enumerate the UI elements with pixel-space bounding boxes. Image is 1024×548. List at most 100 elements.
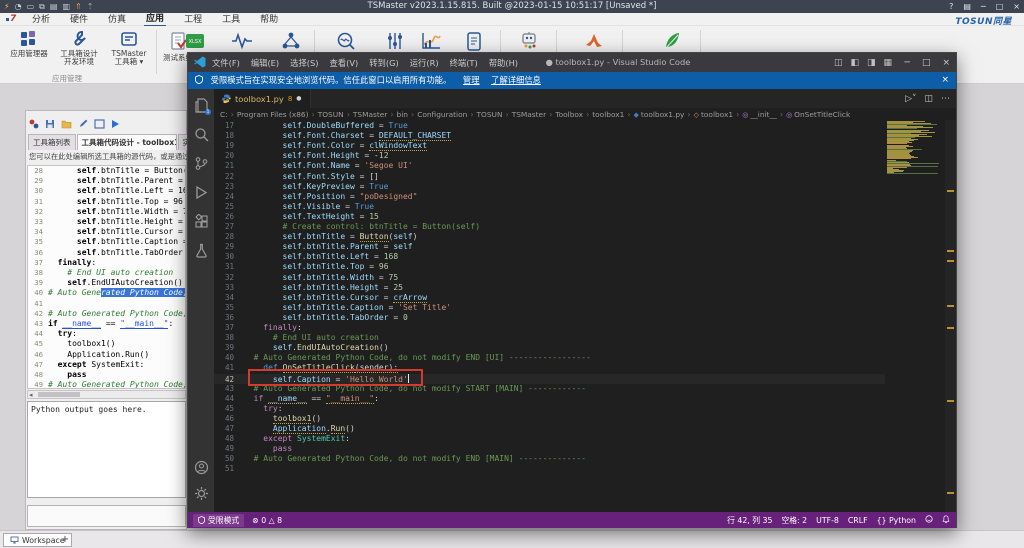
waveform-button[interactable] <box>229 30 255 52</box>
breadcrumb-item[interactable]: TSMaster <box>512 110 546 119</box>
open-folder-icon[interactable] <box>61 119 72 129</box>
overview-ruler[interactable] <box>945 120 956 512</box>
banner-learn-more-link[interactable]: 了解详细信息 <box>491 75 541 85</box>
marker-icon[interactable] <box>29 119 39 129</box>
vscode-menu-终端(T)[interactable]: 终端(T) <box>450 57 478 69</box>
scope-button[interactable] <box>333 30 359 52</box>
run-icon[interactable] <box>111 119 120 129</box>
save-icon[interactable] <box>45 119 55 129</box>
search-icon[interactable] <box>188 122 214 146</box>
automation-button[interactable] <box>516 30 542 52</box>
window-control-1[interactable]: ▤ <box>963 2 971 11</box>
status-item-4[interactable]: {} Python <box>877 516 916 525</box>
breadcrumb-item[interactable]: Program Files (x86) <box>237 110 309 119</box>
layout-icon-1[interactable]: ◧ <box>850 58 859 68</box>
extensions-icon[interactable] <box>188 209 214 233</box>
window-control-0[interactable]: ? <box>949 2 953 11</box>
account-icon[interactable] <box>188 455 214 479</box>
bell-icon[interactable] <box>942 514 950 526</box>
horizontal-scrollbar[interactable]: ◂ <box>27 390 186 399</box>
edit-icon[interactable] <box>78 119 88 129</box>
vscode-menu-编辑(E)[interactable]: 编辑(E) <box>251 57 279 69</box>
vscode-menu-运行(R)[interactable]: 运行(R) <box>410 57 439 69</box>
code-editor[interactable]: 17 self.DoubleBuffered = True 18 self.Fon… <box>214 120 885 512</box>
tuning-button[interactable] <box>382 30 408 52</box>
status-item-2[interactable]: UTF-8 <box>816 516 839 525</box>
toolbox-code-editor[interactable]: 28 self.btnTitle = Button(self)29 self.b… <box>27 165 186 389</box>
banner-manage-link[interactable]: 管理 <box>463 75 480 85</box>
window-control-2[interactable]: ─ <box>981 2 986 11</box>
toolbox-design-button[interactable]: 工具箱设计 开发环境 <box>54 28 104 66</box>
tsmaster-toolbox-button[interactable]: TSMaster 工具箱 ▾ <box>106 28 152 66</box>
layout-icon-3[interactable]: ▦ <box>883 58 892 68</box>
banner-close-icon[interactable]: × <box>941 72 949 89</box>
menu-tab-应用[interactable]: 应用 <box>144 13 167 27</box>
breadcrumb-item[interactable]: TOSUN <box>318 110 344 119</box>
settings-gear-icon[interactable] <box>188 481 214 505</box>
vscode-menu-转到(G)[interactable]: 转到(G) <box>369 57 399 69</box>
topology-button[interactable] <box>278 30 304 52</box>
excel-report-button[interactable]: XLSX <box>182 30 208 52</box>
code-token: .btnTitle.Caption = 'Set Title' <box>96 237 185 247</box>
minimap[interactable] <box>885 120 943 512</box>
feedback-icon[interactable] <box>925 515 933 525</box>
window-control-3[interactable]: □ <box>996 2 1004 11</box>
scripting-button[interactable] <box>660 30 686 52</box>
breadcrumb-item[interactable]: toolbox1 <box>592 110 624 119</box>
breadcrumb-item[interactable]: ◎ OnSetTitleClick <box>786 110 850 119</box>
code-token: self <box>76 247 97 257</box>
form-icon[interactable] <box>94 119 105 129</box>
breadcrumb-item[interactable]: Configuration <box>417 110 467 119</box>
menu-tab-工程[interactable]: 工程 <box>182 14 204 26</box>
code-token: 'Segoe UI' <box>364 161 413 171</box>
matlab-button[interactable] <box>581 30 607 52</box>
breadcrumb-item[interactable]: bin <box>397 110 408 119</box>
layout-icon-2[interactable]: ◨ <box>867 58 876 68</box>
left-tab-0[interactable]: 工具箱列表 <box>28 134 76 150</box>
status-item-1[interactable]: 空格: 2 <box>781 515 807 526</box>
document-button[interactable] <box>461 30 487 52</box>
breadcrumb-item[interactable]: TOSUN <box>477 110 503 119</box>
breadcrumb-item[interactable]: ◎ __init__ <box>742 110 777 119</box>
breadcrumb-item[interactable]: Toolbox <box>555 110 583 119</box>
explorer-icon[interactable]: 1 <box>188 93 214 117</box>
left-line-number: 38 <box>34 268 43 277</box>
test-beaker-icon[interactable] <box>188 238 214 262</box>
breadcrumb-item[interactable]: TSMaster <box>353 110 387 119</box>
left-code-line: 34 self.btnTitle.Cursor = crArrow <box>28 227 185 237</box>
vscode-menu-查看(V)[interactable]: 查看(V) <box>330 57 359 69</box>
status-item-3[interactable]: CRLF <box>848 516 868 525</box>
split-editor-icon[interactable]: ◫ <box>924 94 933 104</box>
breadcrumb-item[interactable]: C: <box>220 110 228 119</box>
problems-item[interactable]: ⊗ 0 △ 8 <box>252 516 282 525</box>
more-actions-icon[interactable]: ⋯ <box>941 94 950 104</box>
app-manager-button[interactable]: 应用管理器 <box>6 28 52 58</box>
menu-tab-硬件[interactable]: 硬件 <box>68 14 90 26</box>
chart-button[interactable] <box>418 30 444 52</box>
source-control-icon[interactable] <box>188 151 214 175</box>
python-output-box[interactable]: Python output goes here. <box>27 401 186 498</box>
breadcrumb-item[interactable]: ◆ toolbox1.py <box>634 110 685 119</box>
code-token: [] <box>369 171 379 181</box>
scrollbar-thumb[interactable] <box>38 392 80 397</box>
maximize-icon[interactable]: □ <box>922 58 931 68</box>
menu-tab-分析[interactable]: 分析 <box>30 14 52 26</box>
menu-tab-帮助[interactable]: 帮助 <box>258 14 280 26</box>
vscode-menu-选择(S)[interactable]: 选择(S) <box>290 57 318 69</box>
debug-icon[interactable] <box>188 180 214 204</box>
menu-tab-仿真[interactable]: 仿真 <box>106 14 128 26</box>
restricted-mode-item[interactable]: 受限模式 <box>193 513 245 527</box>
layout-icon-0[interactable]: ◫ <box>834 58 843 68</box>
minimize-icon[interactable]: ─ <box>905 58 910 68</box>
add-workspace-button[interactable]: + <box>58 533 72 547</box>
vscode-menu-文件(F)[interactable]: 文件(F) <box>212 57 240 69</box>
breadcrumb-item[interactable]: ◇ toolbox1 <box>694 110 733 119</box>
close-icon[interactable]: × <box>942 58 950 68</box>
left-tab-1[interactable]: 工具箱代码设计 - toolbox1 <box>76 134 177 150</box>
window-control-4[interactable]: × <box>1013 2 1020 11</box>
menu-tab-工具[interactable]: 工具 <box>220 14 242 26</box>
run-button[interactable]: ▷˅ <box>905 94 916 104</box>
tab-toolbox1-py[interactable]: toolbox1.py 8 ● <box>214 89 311 108</box>
status-item-0[interactable]: 行 42, 列 35 <box>727 515 772 526</box>
